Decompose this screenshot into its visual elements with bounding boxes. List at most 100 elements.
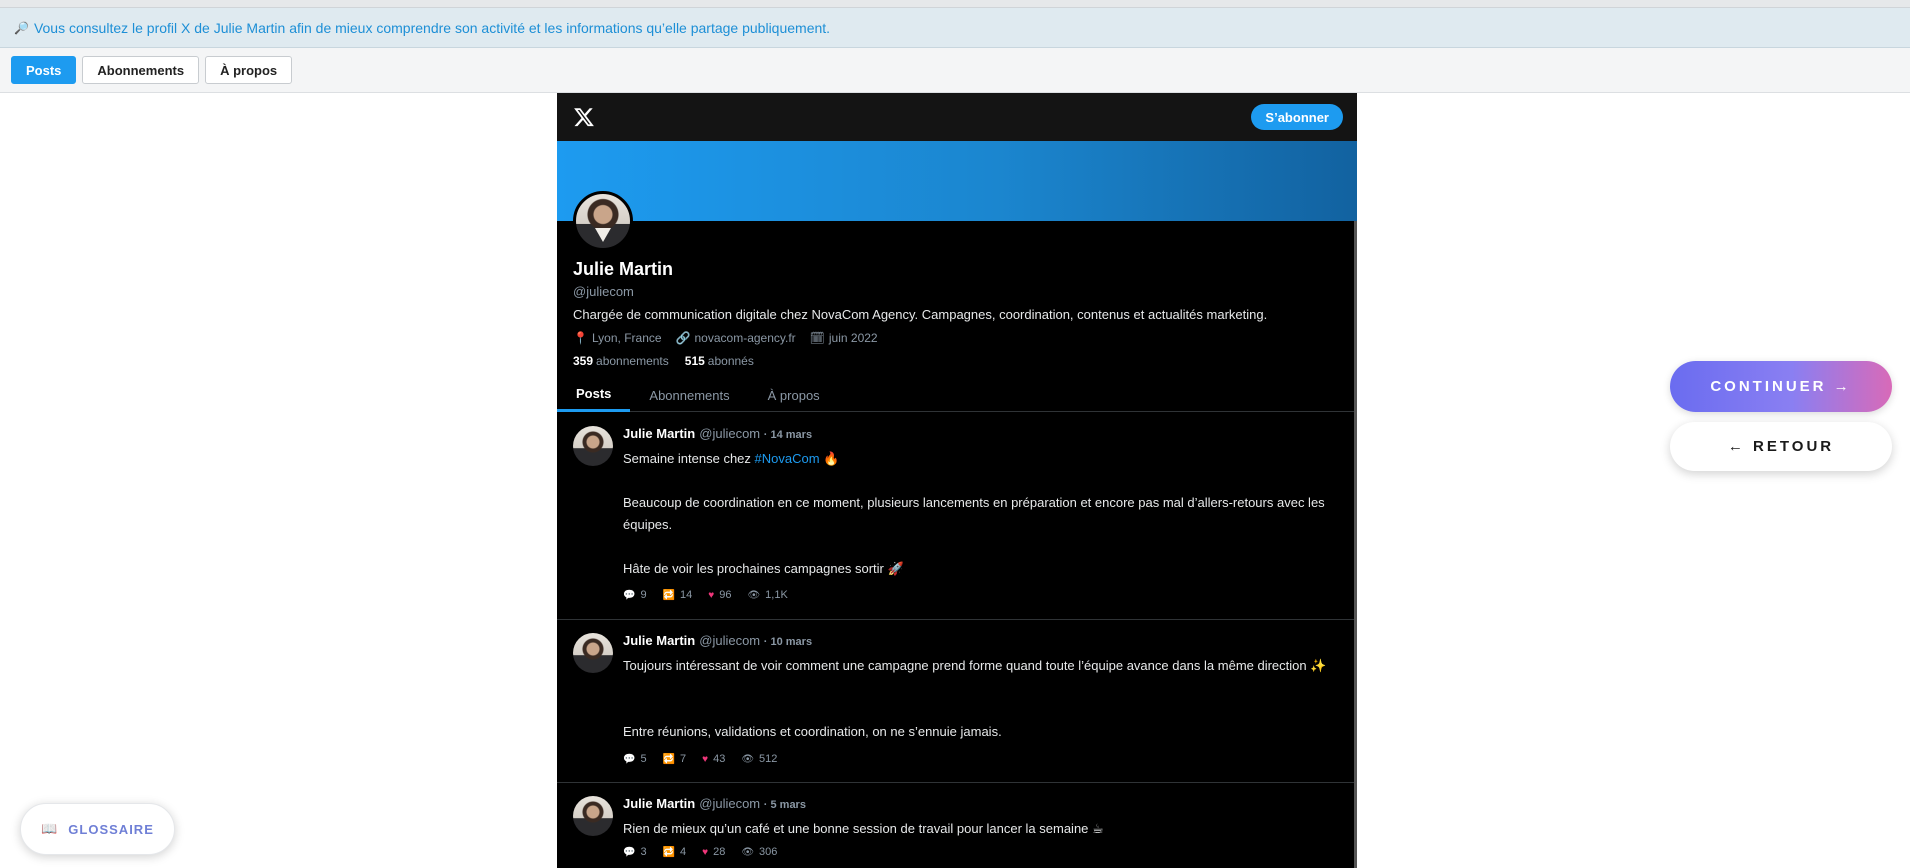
profile-avatar[interactable] [573,191,633,251]
like-count: 96 [719,589,732,601]
post-actions: 💬 9 🔁 14 ♥ 96 👁 1,1K [623,589,788,601]
post-avatar[interactable] [573,426,613,466]
book-icon: 📖 [41,821,59,836]
repost-action[interactable]: 🔁 4 [663,846,687,858]
profile-website[interactable]: 🔗 novacom-agency.fr [676,331,796,345]
views-action[interactable]: 👁 306 [741,846,777,858]
following-label: abonnements [596,354,669,368]
x-profile-frame: S’abonner Julie Martin @juliecom Chargée… [557,93,1357,868]
heart-icon: ♥ [708,590,715,601]
x-logo-icon [574,108,594,127]
heart-icon: ♥ [702,754,709,765]
view-count: 1,1K [765,589,788,601]
repost-action[interactable]: 🔁 14 [663,589,693,601]
glossary-label: GLOSSAIRE [68,821,154,837]
joined-text: juin 2022 [828,331,878,345]
post-actions: 💬 3 🔁 4 ♥ 28 👁 306 [623,846,777,858]
magnifier-icon: 🔎 [14,20,29,35]
info-banner-text: Vous consultez le profil X de Julie Mart… [33,19,831,36]
info-banner: 🔎 Vous consultez le profil X de Julie Ma… [0,8,1910,48]
glossary-button[interactable]: 📖 GLOSSAIRE [20,803,175,855]
views-action[interactable]: 👁 1,1K [747,589,787,601]
like-action[interactable]: ♥ 43 [702,753,725,765]
comment-icon: 💬 [623,847,636,858]
post-paragraph: Hâte de voir les prochaines campagnes so… [623,561,904,576]
like-action[interactable]: ♥ 96 [708,589,731,601]
post-header: Julie Martin @juliecom · 10 mars [623,633,812,648]
post-date[interactable]: · 14 mars [764,429,812,441]
reply-action[interactable]: 💬 5 [623,753,647,765]
reply-count: 9 [640,589,647,601]
profile-tabs: Posts Abonnements À propos [557,378,1354,412]
view-count: 512 [759,753,778,765]
post-author[interactable]: Julie Martin [623,633,695,648]
post-author[interactable]: Julie Martin [623,426,695,441]
reply-count: 5 [640,753,647,765]
hashtag-link[interactable]: #NovaCom [755,451,820,466]
post-date[interactable]: · 5 mars [764,799,806,811]
post-paragraph: Entre réunions, validations et coordinat… [623,724,1002,739]
profile-meta: 📍 Lyon, France 🔗 novacom-agency.fr 🗓 juin 2… [573,331,878,345]
profile-stats: 359 abonnements 515 abonnés [573,354,754,368]
continue-button[interactable]: CONTINUER → [1670,361,1892,412]
post-header: Julie Martin @juliecom · 14 mars [623,426,812,441]
post-text: Semaine intense chez #NovaCom 🔥 [623,448,1338,470]
top-tab-abonnements[interactable]: Abonnements [82,56,200,84]
subscribe-button[interactable]: S’abonner [1251,104,1343,130]
post-actions: 💬 5 🔁 7 ♥ 43 👁 512 [623,753,777,765]
top-tab-bar: Posts Abonnements À propos [0,48,1910,93]
post-author[interactable]: Julie Martin [623,796,695,811]
repost-count: 7 [680,753,687,765]
post-avatar[interactable] [573,796,613,836]
profile-tab-a-propos[interactable]: À propos [749,378,839,412]
comment-icon: 💬 [623,590,636,601]
top-tab-a-propos[interactable]: À propos [205,56,293,84]
x-header: S’abonner [557,93,1357,141]
eye-icon: 👁 [747,590,761,601]
top-tab-posts[interactable]: Posts [11,56,77,84]
link-icon: 🔗 [675,331,691,345]
reply-action[interactable]: 💬 3 [623,846,647,858]
calendar-icon: 🗓 [809,331,825,345]
post-handle: @juliecom [699,633,761,648]
post-item[interactable]: Julie Martin @juliecom · 5 mars Rien de m… [557,783,1354,868]
eye-icon: 👁 [741,847,755,858]
post-item[interactable]: Julie Martin @juliecom · 14 mars Semaine … [557,413,1354,620]
feed-scrollbar[interactable] [1354,221,1357,868]
following-stat[interactable]: 359 abonnements [573,354,669,368]
post-handle: @juliecom [699,426,761,441]
location-text: Lyon, France [591,331,662,345]
post-date[interactable]: · 10 mars [764,636,812,648]
post-text-part: Semaine intense chez [623,451,755,466]
followers-stat[interactable]: 515 abonnés [685,354,754,368]
pin-icon: 📍 [573,331,588,345]
profile-bio: Chargée de communication digitale chez N… [573,307,1268,322]
reply-action[interactable]: 💬 9 [623,589,647,601]
like-count: 43 [713,753,726,765]
following-count: 359 [573,354,594,368]
like-action[interactable]: ♥ 28 [702,846,725,858]
repost-action[interactable]: 🔁 7 [663,753,687,765]
post-header: Julie Martin @juliecom · 5 mars [623,796,806,811]
website-link[interactable]: novacom-agency.fr [695,331,796,345]
post-item[interactable]: Julie Martin @juliecom · 10 mars Toujours… [557,620,1354,783]
back-button[interactable]: ← RETOUR [1670,422,1892,471]
post-paragraph: Toujours intéressant de voir comment une… [623,658,1327,673]
profile-tab-posts[interactable]: Posts [557,378,631,412]
top-edge [0,0,1910,8]
heart-icon: ♥ [702,847,709,858]
view-count: 306 [759,846,778,858]
repost-icon: 🔁 [662,754,676,765]
repost-count: 14 [680,589,693,601]
repost-icon: 🔁 [662,590,676,601]
post-text-part: 🔥 [819,451,840,466]
profile-tab-abonnements[interactable]: Abonnements [630,378,748,412]
eye-icon: 👁 [741,754,755,765]
like-count: 28 [713,846,726,858]
profile-joined: 🗓 juin 2022 [810,331,878,345]
post-avatar[interactable] [573,633,613,673]
views-action[interactable]: 👁 512 [741,753,777,765]
post-handle: @juliecom [699,796,761,811]
repost-icon: 🔁 [662,847,676,858]
profile-location: 📍 Lyon, France [573,331,662,345]
